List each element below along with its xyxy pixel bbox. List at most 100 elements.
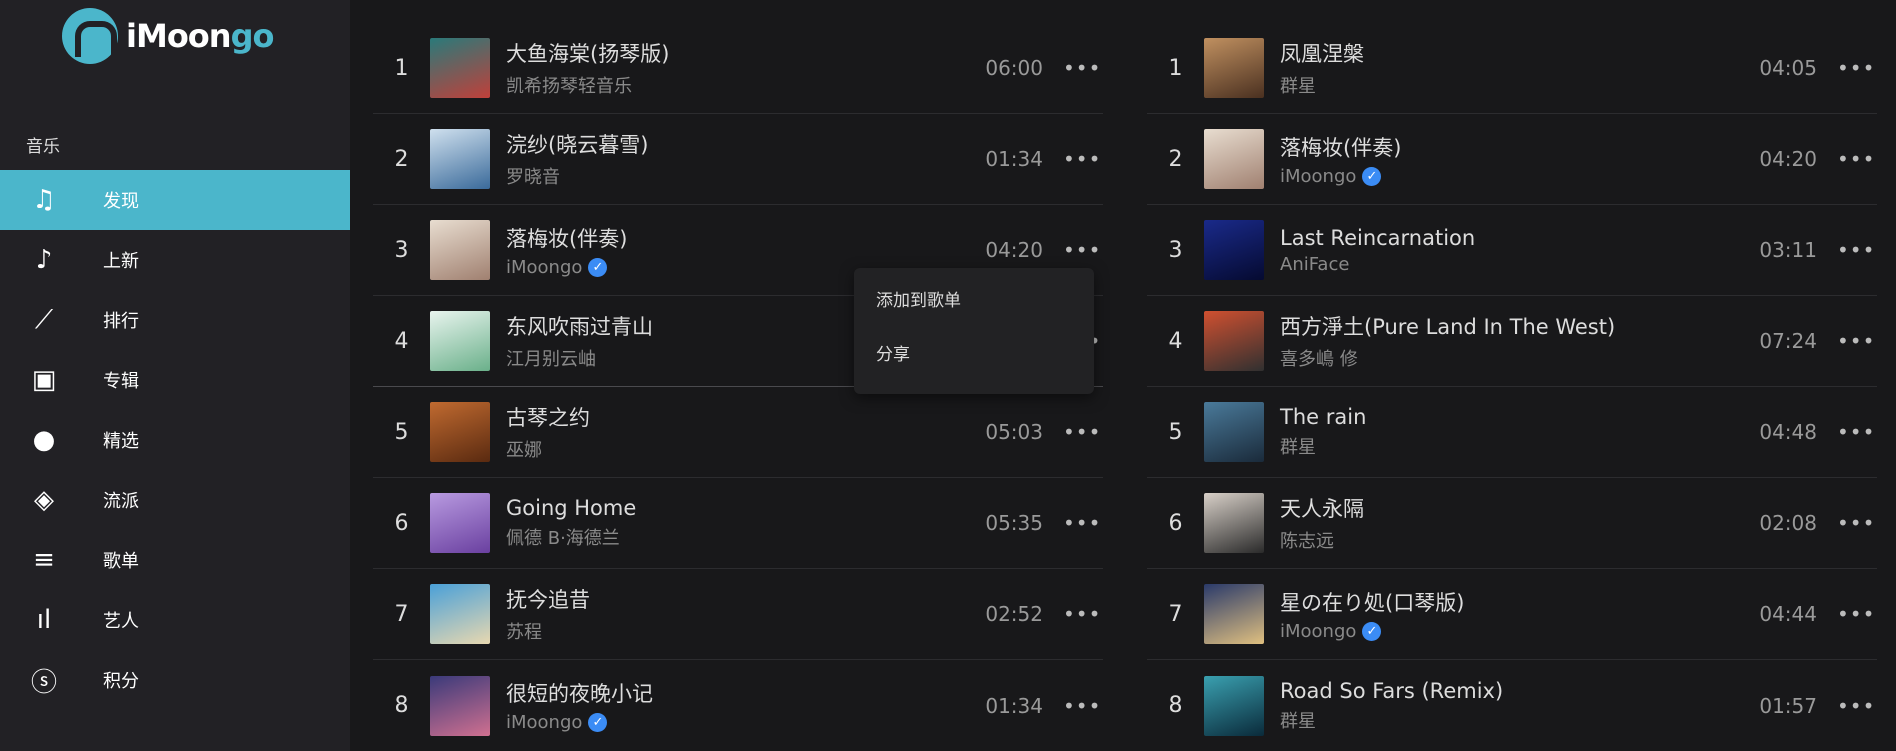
artist-name[interactable]: iMoongo <box>506 257 582 278</box>
sidebar-item-1[interactable]: ♪ 上新 <box>0 230 350 290</box>
song-title[interactable]: 西方淨土(Pure Land In The West) <box>1280 311 1759 341</box>
more-options-button[interactable]: ••• <box>1837 238 1877 262</box>
song-row[interactable]: 8 Road So Fars (Remix) 群星 01:57 ••• <box>1147 660 1877 751</box>
artist-name[interactable]: iMoongo <box>1280 166 1356 187</box>
album-cover[interactable] <box>1204 402 1264 462</box>
album-cover[interactable] <box>430 584 490 644</box>
sidebar-item-label: 精选 <box>103 431 139 452</box>
album-cover[interactable] <box>1204 675 1264 736</box>
song-row[interactable]: 2 浣纱(晓云暮雪) 罗晓音 01:34 ••• <box>373 114 1103 205</box>
more-options-button[interactable]: ••• <box>1837 420 1877 444</box>
artist-name[interactable]: 苏程 <box>506 618 542 644</box>
sidebar-item-6[interactable]: ≡ 歌单 <box>0 530 350 590</box>
artist-name[interactable]: 罗晓音 <box>506 163 560 189</box>
song-title[interactable]: Road So Fars (Remix) <box>1280 679 1759 703</box>
duration: 04:20 <box>985 238 1043 262</box>
song-title[interactable]: The rain <box>1280 405 1759 429</box>
artist-name[interactable]: AniFace <box>1280 254 1349 275</box>
artist-name[interactable]: 陈志远 <box>1280 527 1334 553</box>
song-title[interactable]: 天人永隔 <box>1280 493 1759 523</box>
artist-name[interactable]: 喜多嶋 修 <box>1280 345 1358 371</box>
playlist-icon: ≡ <box>33 545 55 575</box>
more-options-button[interactable]: ••• <box>1837 511 1877 535</box>
song-title[interactable]: 古琴之约 <box>506 402 985 432</box>
more-options-button[interactable]: ••• <box>1063 602 1103 626</box>
artist-name[interactable]: 群星 <box>1280 433 1316 459</box>
menu-item-add-to-playlist[interactable]: 添加到歌单 <box>854 286 1094 340</box>
more-options-button[interactable]: ••• <box>1063 420 1103 444</box>
menu-item-share[interactable]: 分享 <box>854 340 1094 394</box>
album-cover[interactable] <box>1204 584 1264 644</box>
artist-name[interactable]: 群星 <box>1280 707 1316 733</box>
album-cover[interactable] <box>430 38 490 98</box>
more-options-button[interactable]: ••• <box>1063 511 1103 535</box>
song-row[interactable]: 1 大鱼海棠(扬琴版) 凯希扬琴轻音乐 06:00 ••• <box>373 23 1103 114</box>
sidebar-item-7[interactable]: ıl 艺人 <box>0 590 350 650</box>
sidebar-item-2[interactable]: ⟋ 排行 <box>0 290 350 350</box>
artist-name[interactable]: 佩德 B·海德兰 <box>506 524 620 550</box>
track-number: 1 <box>1168 55 1183 81</box>
song-title[interactable]: 很短的夜晚小记 <box>506 678 985 708</box>
sidebar-item-label: 排行 <box>103 311 139 332</box>
song-row[interactable]: 1 凤凰涅槃 群星 04:05 ••• <box>1147 23 1877 114</box>
artist-name[interactable]: 群星 <box>1280 72 1316 98</box>
album-cover[interactable] <box>430 129 490 189</box>
sidebar-item-0[interactable]: ♫ 发现 <box>0 170 350 230</box>
more-options-button[interactable]: ••• <box>1837 329 1877 353</box>
more-options-button[interactable]: ••• <box>1063 238 1103 262</box>
logo[interactable]: iMoongo <box>62 8 274 64</box>
song-row[interactable]: 2 落梅妆(伴奏) iMoongo ✓ 04:20 ••• <box>1147 114 1877 205</box>
song-title[interactable]: 落梅妆(伴奏) <box>506 223 985 253</box>
more-options-button[interactable]: ••• <box>1063 694 1103 718</box>
artist-name[interactable]: iMoongo <box>506 712 582 733</box>
song-row[interactable]: 6 天人永隔 陈志远 02:08 ••• <box>1147 478 1877 569</box>
song-list-right: 1 凤凰涅槃 群星 04:05 ••• 2 落梅妆(伴奏) iMoongo ✓ 0… <box>1147 23 1877 751</box>
more-options-button[interactable]: ••• <box>1837 147 1877 171</box>
sidebar-item-8[interactable]: ⓢ 积分 <box>0 650 350 710</box>
song-title[interactable]: 落梅妆(伴奏) <box>1280 132 1759 162</box>
song-row[interactable]: 5 古琴之约 巫娜 05:03 ••• <box>373 387 1103 478</box>
more-options-button[interactable]: ••• <box>1837 602 1877 626</box>
album-cover[interactable] <box>1204 220 1264 280</box>
artist-name[interactable]: 巫娜 <box>506 436 542 462</box>
album-cover[interactable] <box>1204 493 1264 553</box>
album-cover[interactable] <box>430 402 490 462</box>
artist-name[interactable]: 江月别云岫 <box>506 345 596 371</box>
album-cover[interactable] <box>430 220 490 280</box>
song-title[interactable]: 凤凰涅槃 <box>1280 38 1759 68</box>
artist-name[interactable]: 凯希扬琴轻音乐 <box>506 72 632 98</box>
album-cover[interactable] <box>1204 129 1264 189</box>
album-cover[interactable] <box>1204 38 1264 98</box>
song-row[interactable]: 7 星の在り処(口琴版) iMoongo ✓ 04:44 ••• <box>1147 569 1877 660</box>
more-options-button[interactable]: ••• <box>1837 56 1877 80</box>
more-options-button[interactable]: ••• <box>1063 147 1103 171</box>
song-title[interactable]: 大鱼海棠(扬琴版) <box>506 38 985 68</box>
song-title[interactable]: 抚今追昔 <box>506 584 985 614</box>
album-cover[interactable] <box>1204 311 1264 371</box>
duration: 01:34 <box>985 147 1043 171</box>
track-number: 4 <box>394 328 409 354</box>
sidebar-item-4[interactable]: ● 精选 <box>0 410 350 470</box>
song-row[interactable]: 3 Last Reincarnation AniFace 03:11 ••• <box>1147 205 1877 296</box>
song-row[interactable]: 8 很短的夜晚小记 iMoongo ✓ 01:34 ••• <box>373 660 1103 751</box>
song-title[interactable]: Last Reincarnation <box>1280 226 1759 250</box>
headphones-logo-icon <box>62 8 118 64</box>
song-title[interactable]: 星の在り処(口琴版) <box>1280 587 1759 617</box>
artist-name[interactable]: iMoongo <box>1280 621 1356 642</box>
section-label: 音乐 <box>26 137 60 157</box>
album-cover[interactable] <box>430 311 490 371</box>
song-row[interactable]: 7 抚今追昔 苏程 02:52 ••• <box>373 569 1103 660</box>
sidebar-item-5[interactable]: ◈ 流派 <box>0 470 350 530</box>
song-title[interactable]: Going Home <box>506 496 985 520</box>
album-cover[interactable] <box>430 493 490 553</box>
album-cover[interactable] <box>430 675 490 736</box>
track-number: 6 <box>1168 510 1183 536</box>
song-row[interactable]: 4 西方淨土(Pure Land In The West) 喜多嶋 修 07:2… <box>1147 296 1877 387</box>
song-row[interactable]: 5 The rain 群星 04:48 ••• <box>1147 387 1877 478</box>
song-row[interactable]: 6 Going Home 佩德 B·海德兰 05:35 ••• <box>373 478 1103 569</box>
song-title[interactable]: 浣纱(晓云暮雪) <box>506 129 985 159</box>
more-options-button[interactable]: ••• <box>1837 694 1877 718</box>
more-options-button[interactable]: ••• <box>1063 56 1103 80</box>
duration: 01:57 <box>1759 693 1817 718</box>
sidebar-item-3[interactable]: ▣ 专辑 <box>0 350 350 410</box>
